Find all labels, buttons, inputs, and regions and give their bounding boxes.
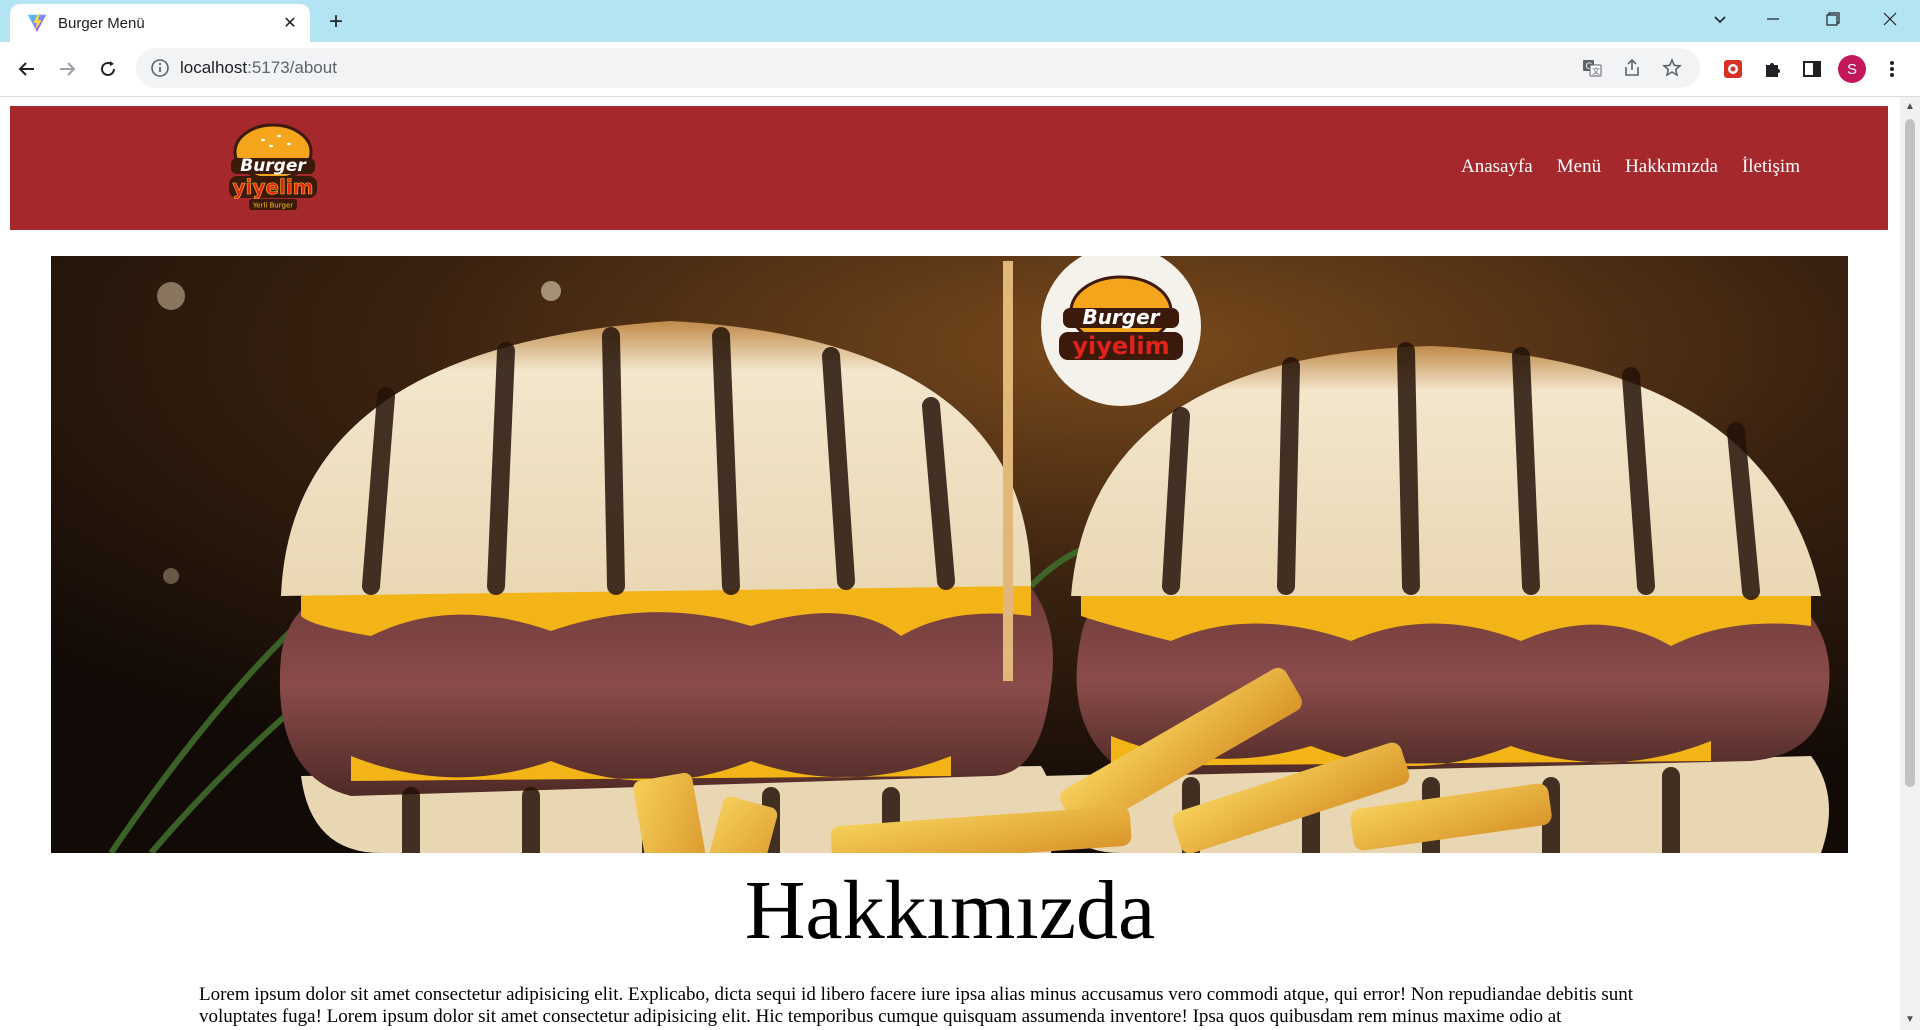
url-host: localhost — [180, 58, 248, 77]
scroll-up-arrow-icon[interactable]: ▲ — [1904, 101, 1916, 113]
site-nav: Anasayfa Menü Hakkımızda İletişim — [1461, 156, 1800, 178]
reload-icon[interactable] — [93, 54, 123, 84]
nav-link-hakkimizda[interactable]: Hakkımızda — [1625, 156, 1718, 178]
hero-flag-yiyelim-text: yiyelim — [1072, 332, 1169, 360]
logo-word-burger: Burger — [240, 156, 307, 176]
nav-link-menu[interactable]: Menü — [1557, 156, 1601, 178]
new-tab-icon[interactable]: + — [322, 8, 350, 36]
nav-link-iletisim[interactable]: İletişim — [1742, 156, 1800, 178]
about-title: Hakkımızda — [744, 864, 1156, 957]
burger-yiyelim-logo[interactable]: Burger yiyelim Yerli Burger — [227, 122, 319, 212]
logo-tagline: Yerli Burger — [252, 202, 293, 210]
restore-icon[interactable] — [1805, 0, 1861, 38]
vertical-scrollbar[interactable]: ▲ ▼ — [1900, 97, 1920, 1030]
browser-tab[interactable]: Burger Menü ✕ — [10, 4, 310, 42]
hero-flag-burger-text: Burger — [1082, 305, 1160, 329]
hero-burger-image: Burger yiyelim — [51, 256, 1848, 853]
extension-icon[interactable] — [1719, 55, 1747, 83]
side-panel-icon[interactable] — [1798, 55, 1826, 83]
profile-avatar[interactable]: S — [1838, 55, 1866, 83]
address-bar[interactable]: localhost:5173/about G文 — [136, 48, 1700, 88]
browser-menu-icon[interactable] — [1878, 55, 1906, 83]
tab-close-icon[interactable]: ✕ — [276, 9, 304, 37]
close-window-icon[interactable] — [1862, 0, 1918, 38]
about-paragraph: Lorem ipsum dolor sit amet consectetur a… — [199, 984, 1634, 1027]
url-text[interactable]: localhost:5173/about — [180, 58, 1580, 78]
translate-icon[interactable]: G文 — [1580, 56, 1604, 80]
browser-tab-strip: Burger Menü ✕ + — [0, 0, 1920, 42]
tab-title: Burger Menü — [58, 14, 145, 32]
forward-icon[interactable] — [52, 54, 82, 84]
share-icon[interactable] — [1620, 56, 1644, 80]
page-viewport: Burger yiyelim Yerli Burger Anasayfa Men… — [0, 97, 1900, 1030]
site-header: Burger yiyelim Yerli Burger Anasayfa Men… — [10, 106, 1888, 230]
site-info-icon[interactable] — [150, 58, 170, 78]
extensions-puzzle-icon[interactable] — [1759, 55, 1787, 83]
logo-word-yiyelim: yiyelim — [232, 175, 313, 199]
scrollbar-thumb[interactable] — [1905, 119, 1915, 787]
bookmark-star-icon[interactable] — [1660, 56, 1684, 80]
svg-text:文: 文 — [1592, 66, 1600, 76]
nav-link-anasayfa[interactable]: Anasayfa — [1461, 156, 1533, 178]
tab-search-icon[interactable] — [1692, 0, 1748, 38]
browser-toolbar: localhost:5173/about G文 S — [0, 42, 1920, 97]
scroll-down-arrow-icon[interactable]: ▼ — [1904, 1014, 1916, 1026]
vite-favicon-icon — [27, 13, 47, 33]
url-path: :5173/about — [247, 58, 337, 77]
back-icon[interactable] — [12, 54, 42, 84]
minimize-icon[interactable] — [1745, 0, 1801, 38]
